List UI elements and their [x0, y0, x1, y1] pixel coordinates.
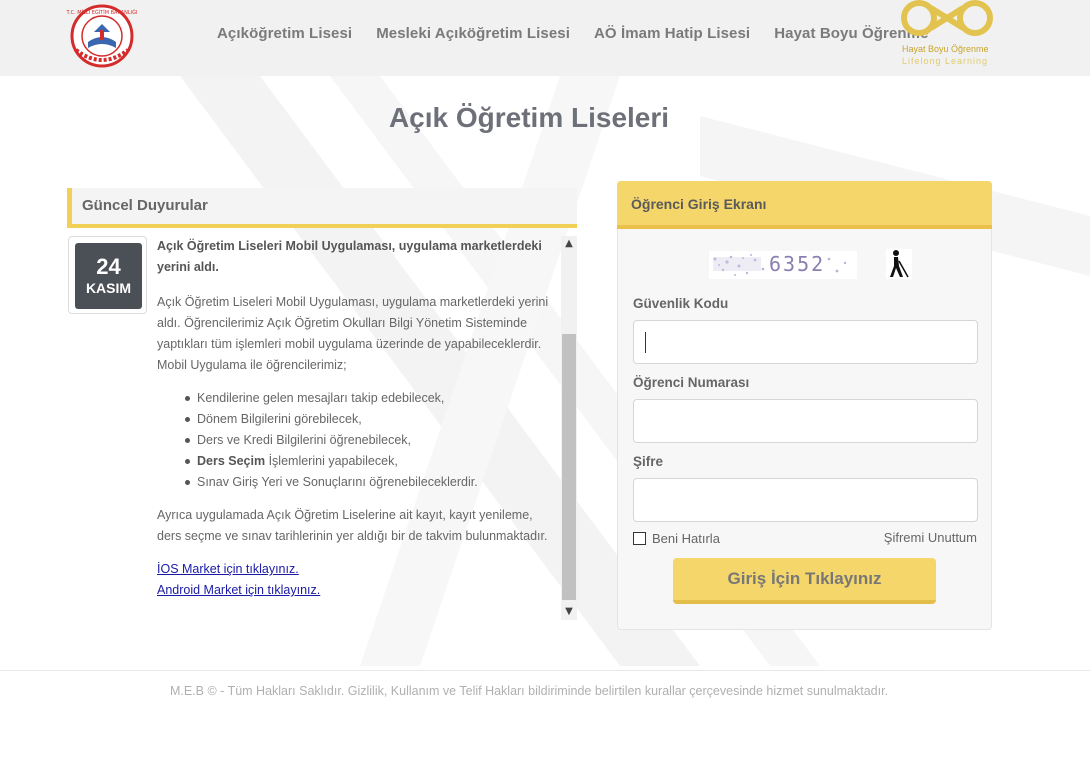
- list-item: Dönem Bilgilerini görebilecek,: [185, 409, 560, 430]
- security-code-label: Güvenlik Kodu: [633, 296, 729, 311]
- scrollbar-thumb[interactable]: [562, 334, 576, 600]
- login-submit-button[interactable]: Giriş İçin Tıklayınız: [673, 558, 936, 604]
- announcements-heading: Güncel Duyurular: [82, 197, 208, 214]
- ios-market-link[interactable]: İOS Market için tıklayınız.: [157, 559, 560, 580]
- password-label: Şifre: [633, 454, 664, 469]
- text-caret: [645, 332, 646, 353]
- security-code-input[interactable]: [633, 320, 978, 364]
- remember-me[interactable]: Beni Hatırla: [633, 531, 720, 546]
- date-day: 24: [96, 254, 121, 279]
- main-nav: Açıköğretim Lisesi Mesleki Açıköğretim L…: [217, 25, 953, 42]
- date-month: KASIM: [85, 280, 132, 296]
- login-heading: Öğrenci Giriş Ekranı: [631, 196, 767, 212]
- student-number-label: Öğrenci Numarası: [633, 375, 750, 390]
- meb-seal-text: T.C. MİLLİ EĞİTİM BAKANLIĞI: [66, 9, 137, 16]
- login-panel: Öğrenci Giriş Ekranı 6352 Güvenlik Kodu …: [617, 181, 992, 630]
- nav-link-acikogretim-lisesi[interactable]: Açıköğretim Lisesi: [217, 25, 352, 42]
- date-badge: 24 KASIM: [68, 236, 147, 314]
- list-item: Ders Seçim İşlemlerini yapabilecek,: [185, 451, 560, 472]
- forgot-password-link[interactable]: Şifremi Unuttum: [884, 530, 977, 545]
- footer-divider: [0, 670, 1090, 671]
- page-title: Açık Öğretim Liseleri: [388, 102, 670, 133]
- captcha-code: 6352: [769, 252, 826, 276]
- android-market-link[interactable]: Android Market için tıklayınız.: [157, 580, 560, 601]
- list-item: Sınav Giriş Yeri ve Sonuçlarını öğrenebi…: [185, 472, 560, 493]
- date-badge-inner: 24 KASIM: [75, 243, 142, 309]
- announcement-paragraph-2: Ayrıca uygulamada Açık Öğretim Liselerin…: [157, 508, 548, 543]
- site-header: T.C. MİLLİ EĞİTİM BAKANLIĞI Açıköğretim …: [0, 0, 1090, 76]
- remember-checkbox[interactable]: [633, 532, 646, 545]
- announcements-header: Güncel Duyurular: [67, 188, 577, 228]
- announcement-title: Açık Öğretim Liseleri Mobil Uygulaması, …: [157, 239, 542, 274]
- announcement-links: İOS Market için tıklayınız. Android Mark…: [157, 559, 560, 601]
- hbo-logo-line1: Hayat Boyu Öğrenme: [902, 44, 989, 54]
- announcement-content[interactable]: Açık Öğretim Liseleri Mobil Uygulaması, …: [157, 236, 560, 620]
- footer-copyright: M.E.B © - Tüm Hakları Saklıdır. Gizlilik…: [169, 684, 889, 698]
- meb-seal-icon[interactable]: T.C. MİLLİ EĞİTİM BAKANLIĞI: [66, 2, 138, 70]
- captcha-image: 6352: [709, 251, 857, 279]
- announcement-paragraph-1: Açık Öğretim Liseleri Mobil Uygulaması, …: [157, 295, 549, 372]
- list-item: Kendilerine gelen mesajları takip edebil…: [185, 388, 560, 409]
- scroll-down-icon[interactable]: ▼: [561, 604, 577, 620]
- accessibility-audio-icon[interactable]: [886, 249, 912, 279]
- student-number-input[interactable]: [633, 399, 978, 443]
- password-input[interactable]: [633, 478, 978, 522]
- login-header: Öğrenci Giriş Ekranı: [617, 181, 992, 229]
- feature-list: Kendilerine gelen mesajları takip edebil…: [185, 388, 560, 493]
- hbo-logo-line2: Lifelong Learning: [902, 56, 989, 66]
- nav-link-mesleki-acikogretim-lisesi[interactable]: Mesleki Açıköğretim Lisesi: [376, 25, 570, 42]
- announcement-scrollbar[interactable]: ▲ ▼: [561, 236, 577, 620]
- scroll-up-icon[interactable]: ▲: [561, 236, 577, 252]
- remember-label: Beni Hatırla: [652, 531, 720, 546]
- nav-link-imam-hatip-lisesi[interactable]: AÖ İmam Hatip Lisesi: [594, 25, 750, 42]
- list-item: Ders ve Kredi Bilgilerini öğrenebilecek,: [185, 430, 560, 451]
